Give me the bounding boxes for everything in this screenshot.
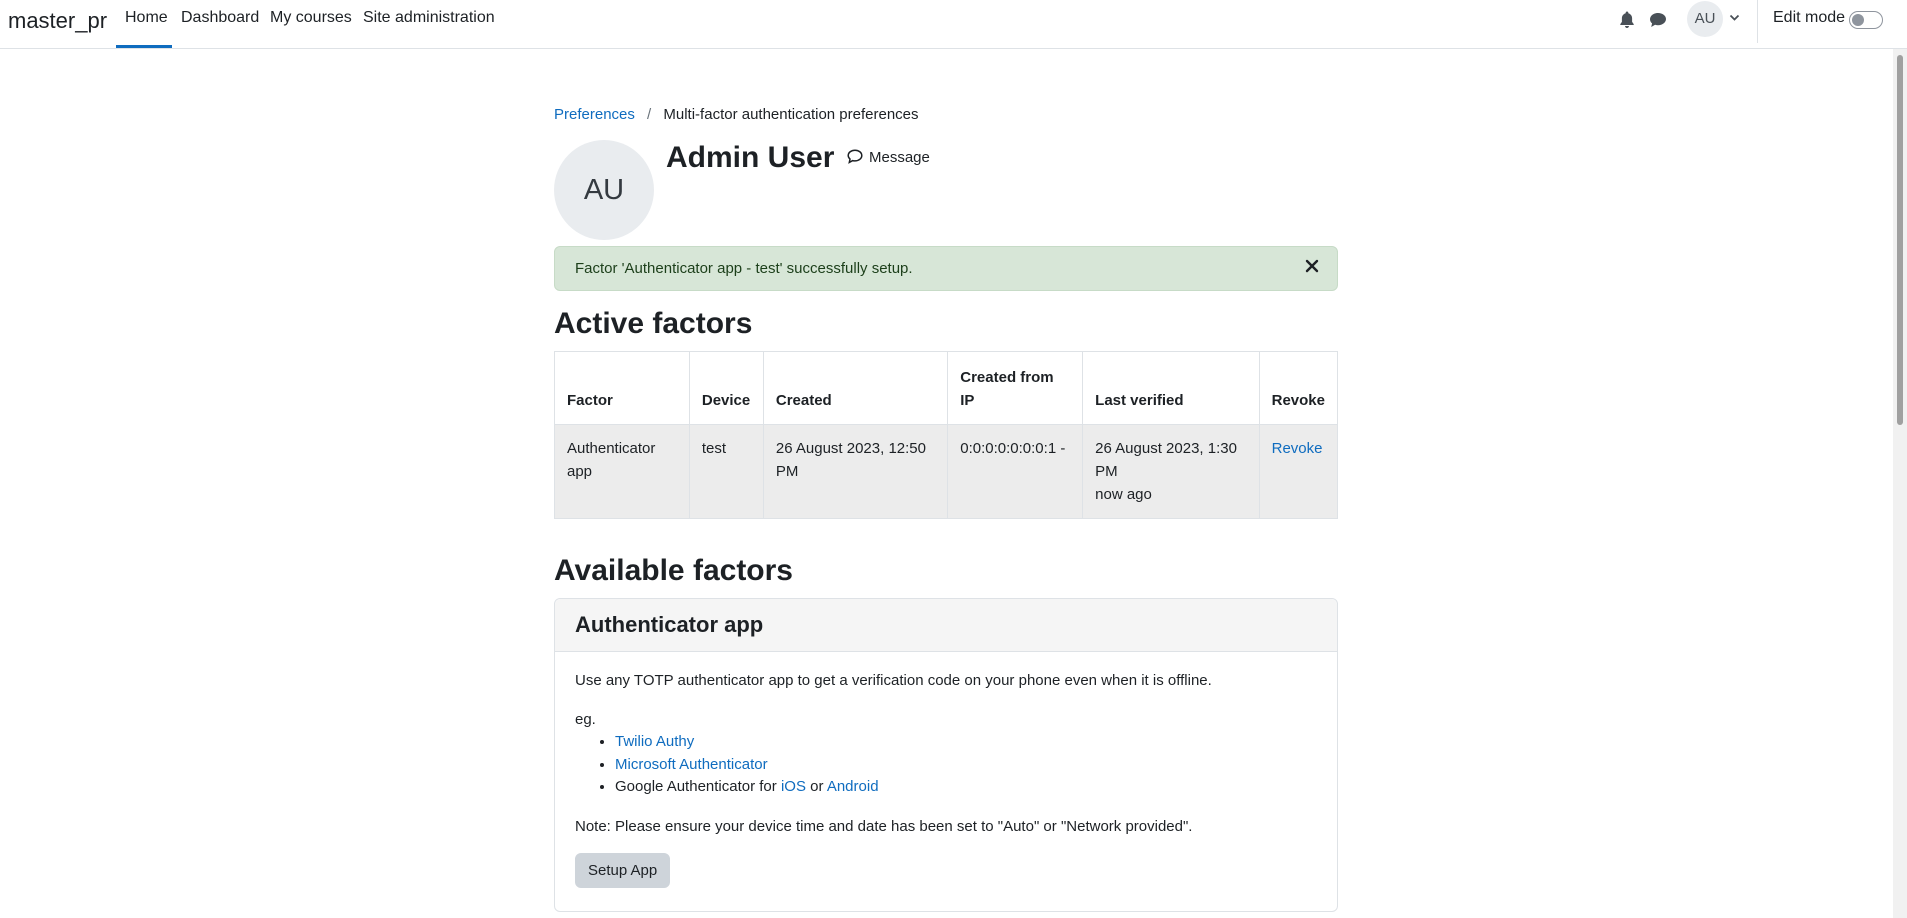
last-verified-relative: now ago xyxy=(1095,486,1152,503)
cell-device: test xyxy=(688,424,764,519)
nav-dashboard[interactable]: Dashboard xyxy=(181,9,259,27)
google-authenticator-text: Google Authenticator for xyxy=(615,778,777,795)
card-body: Use any TOTP authenticator app to get a … xyxy=(555,652,1337,906)
edit-mode-toggle[interactable] xyxy=(1849,11,1883,29)
col-header-last-verified: Last verified xyxy=(1082,351,1260,425)
card-header: Authenticator app xyxy=(555,599,1337,652)
nav-my-courses[interactable]: My courses xyxy=(270,9,352,27)
microsoft-authenticator-link[interactable]: Microsoft Authenticator xyxy=(615,756,768,773)
list-item: Twilio Authy xyxy=(615,731,1317,754)
card-note: Note: Please ensure your device time and… xyxy=(575,817,1193,835)
breadcrumb: Preferences / Multi-factor authenticatio… xyxy=(554,106,919,123)
active-factors-heading: Active factors xyxy=(554,307,753,340)
nav-active-indicator xyxy=(116,45,172,48)
factor-card-authenticator: Authenticator app Use any TOTP authentic… xyxy=(554,598,1338,912)
chevron-down-icon[interactable] xyxy=(1729,14,1740,22)
success-alert: Factor 'Authenticator app - test' succes… xyxy=(554,246,1338,291)
cell-created-from-ip: 0:0:0:0:0:0:0:1 - xyxy=(947,424,1084,519)
card-description: Use any TOTP authenticator app to get a … xyxy=(575,672,1212,689)
bell-icon[interactable] xyxy=(1619,11,1635,29)
profile-name: Admin User xyxy=(666,141,835,174)
col-header-revoke: Revoke xyxy=(1258,351,1339,425)
card-eg-label: eg. xyxy=(575,711,596,728)
message-label: Message xyxy=(869,149,930,166)
breadcrumb-current: Multi-factor authentication preferences xyxy=(663,106,919,123)
android-link[interactable]: Android xyxy=(827,778,879,795)
revoke-link[interactable]: Revoke xyxy=(1272,440,1323,457)
cell-created: 26 August 2023, 12:50 PM xyxy=(762,424,949,519)
list-item: Google Authenticator for iOS or Android xyxy=(615,776,1317,799)
edit-mode-label: Edit mode xyxy=(1773,9,1846,26)
toggle-knob xyxy=(1852,14,1864,26)
card-title: Authenticator app xyxy=(575,612,764,637)
page-scrollbar[interactable] xyxy=(1893,49,1907,918)
top-navbar: master_pr Home Dashboard My courses Site… xyxy=(0,0,1907,49)
col-header-device: Device xyxy=(688,351,764,425)
ios-link[interactable]: iOS xyxy=(781,778,806,795)
message-icon xyxy=(847,149,863,164)
scrollbar-thumb[interactable] xyxy=(1897,55,1903,425)
cell-factor: Authenticator app xyxy=(554,424,690,519)
user-avatar[interactable]: AU xyxy=(1687,1,1723,37)
cell-revoke: Revoke xyxy=(1258,424,1339,519)
breadcrumb-preferences[interactable]: Preferences xyxy=(554,106,635,123)
active-factors-table: Factor Device Created Created from IP La… xyxy=(554,351,1339,519)
table-header-row: Factor Device Created Created from IP La… xyxy=(554,351,1339,425)
message-button[interactable]: Message xyxy=(847,149,930,166)
available-factors-heading: Available factors xyxy=(554,554,793,587)
twilio-authy-link[interactable]: Twilio Authy xyxy=(615,733,694,750)
col-header-factor: Factor xyxy=(554,351,690,425)
chat-icon[interactable] xyxy=(1649,12,1667,28)
table-row: Authenticator app test 26 August 2023, 1… xyxy=(554,424,1339,519)
breadcrumb-separator: / xyxy=(647,106,652,123)
nav-site-administration[interactable]: Site administration xyxy=(363,9,495,27)
cell-last-verified: 26 August 2023, 1:30 PM now ago xyxy=(1082,424,1260,519)
profile-avatar: AU xyxy=(554,140,654,240)
col-header-created: Created xyxy=(762,351,949,425)
alert-text: Factor 'Authenticator app - test' succes… xyxy=(575,260,913,277)
site-brand[interactable]: master_pr xyxy=(8,8,107,34)
col-header-created-from-ip: Created from IP xyxy=(947,351,1084,425)
or-text: or xyxy=(810,778,824,795)
list-item: Microsoft Authenticator xyxy=(615,754,1317,777)
authenticator-app-list: Twilio Authy Microsoft Authenticator Goo… xyxy=(575,731,1317,799)
close-icon[interactable] xyxy=(1305,259,1319,273)
last-verified-date: 26 August 2023, 1:30 PM xyxy=(1095,440,1237,480)
nav-divider xyxy=(1757,0,1758,43)
nav-home[interactable]: Home xyxy=(125,9,168,27)
setup-app-button[interactable]: Setup App xyxy=(575,852,671,888)
